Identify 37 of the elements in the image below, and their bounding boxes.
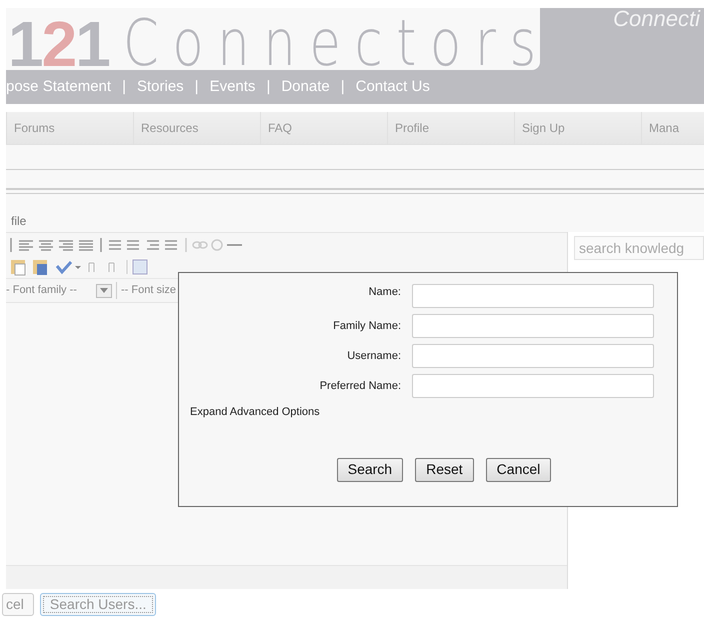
nav-tab[interactable]: Resources: [134, 112, 261, 144]
dialog-button[interactable]: Reset: [415, 458, 474, 482]
input-field[interactable]: [412, 344, 654, 368]
nav-separator: |: [340, 76, 345, 97]
logo-number: 121: [8, 12, 109, 70]
field-label: Username:: [346, 348, 402, 364]
nav-tab[interactable]: Mana: [642, 112, 704, 144]
nav-separator: |: [194, 76, 199, 97]
nav-link[interactable]: Events: [210, 76, 256, 98]
input-field[interactable]: [412, 374, 654, 398]
nav-separator: |: [266, 76, 270, 97]
field-label: Preferred Name:: [318, 378, 402, 394]
nav-tab[interactable]: Sign Up: [515, 112, 642, 144]
nav-link[interactable]: Stories: [136, 76, 184, 98]
nav-separator: |: [122, 76, 126, 97]
expand-advanced-options-link[interactable]: Expand Advanced Options: [190, 404, 320, 420]
form-button[interactable]: Search Users...: [40, 593, 156, 616]
nav-tab[interactable]: Forums: [7, 112, 134, 144]
logo-wordmark: Connectors: [122, 12, 540, 70]
field-label: Name:: [368, 284, 402, 300]
nav-link[interactable]: Donate: [281, 76, 330, 98]
input-field[interactable]: [412, 314, 654, 338]
search-field[interactable]: search knowledg: [574, 236, 704, 260]
form-button[interactable]: cel: [2, 593, 34, 616]
dialog-button[interactable]: Cancel: [486, 458, 552, 482]
nav-link[interactable]: pose Statement: [6, 76, 112, 98]
nav-tab[interactable]: Profile: [388, 112, 515, 144]
link-icons-drawing[interactable]: [185, 236, 243, 252]
input-field[interactable]: [412, 284, 654, 308]
menu-label[interactable]: file: [11, 214, 26, 228]
dialog-button[interactable]: Search: [336, 458, 404, 482]
field-label: Family Name:: [332, 318, 402, 334]
align-icons-drawing[interactable]: [9, 236, 179, 252]
font-size-select[interactable]: -- Font size: [116, 282, 176, 299]
font-family-select[interactable]: - Font family --: [6, 282, 92, 299]
nav-tab[interactable]: FAQ: [261, 112, 388, 144]
nav-link[interactable]: Contact Us: [356, 76, 430, 98]
